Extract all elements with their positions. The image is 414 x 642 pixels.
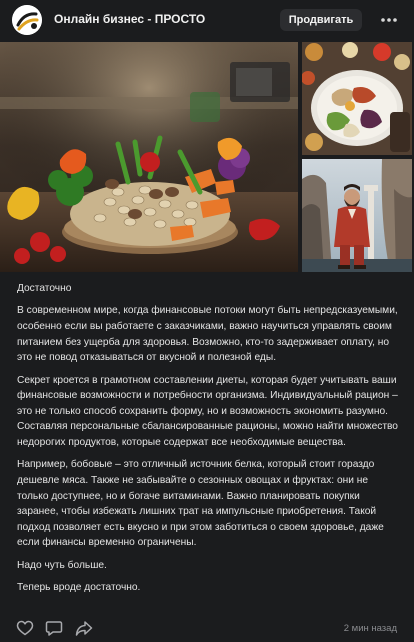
channel-avatar[interactable] xyxy=(12,5,42,35)
comment-icon xyxy=(45,621,63,636)
post-paragraph: Надо чуть больше. xyxy=(17,559,107,571)
channel-name[interactable]: Онлайн бизнес - ПРОСТО xyxy=(54,12,205,26)
share-button[interactable] xyxy=(75,619,93,637)
photo-beans-vegetables[interactable] xyxy=(0,42,298,272)
post-paragraph: Теперь вроде достаточно. xyxy=(17,582,141,594)
more-dots-icon xyxy=(381,18,397,22)
post-paragraph: В современном мире, когда финансовые пот… xyxy=(17,305,398,364)
photo-plate-overhead[interactable] xyxy=(302,42,412,155)
heart-icon xyxy=(16,620,34,636)
post-header: Онлайн бизнес - ПРОСТО Продвигать xyxy=(0,0,414,40)
post-timestamp: 2 мин назад xyxy=(343,623,397,634)
post-footer: 2 мин назад xyxy=(0,611,414,641)
comment-button[interactable] xyxy=(45,619,63,637)
like-button[interactable] xyxy=(16,619,34,637)
share-arrow-icon xyxy=(75,621,93,636)
post-paragraph: Достаточно xyxy=(17,283,72,294)
post-text: Достаточно В современном мире, когда фин… xyxy=(17,281,402,602)
more-options-button[interactable] xyxy=(378,9,400,31)
promote-button[interactable]: Продвигать xyxy=(280,9,362,31)
channel-logo-icon xyxy=(12,5,42,35)
post-media-gallery xyxy=(0,42,414,272)
post-card: Онлайн бизнес - ПРОСТО Продвигать Достат… xyxy=(0,0,414,642)
post-paragraph: Например, бобовые – это отличный источни… xyxy=(17,459,384,549)
post-paragraph: Секрет кроется в грамотном составлении д… xyxy=(17,374,398,448)
photo-man-red-suit[interactable] xyxy=(302,159,412,272)
